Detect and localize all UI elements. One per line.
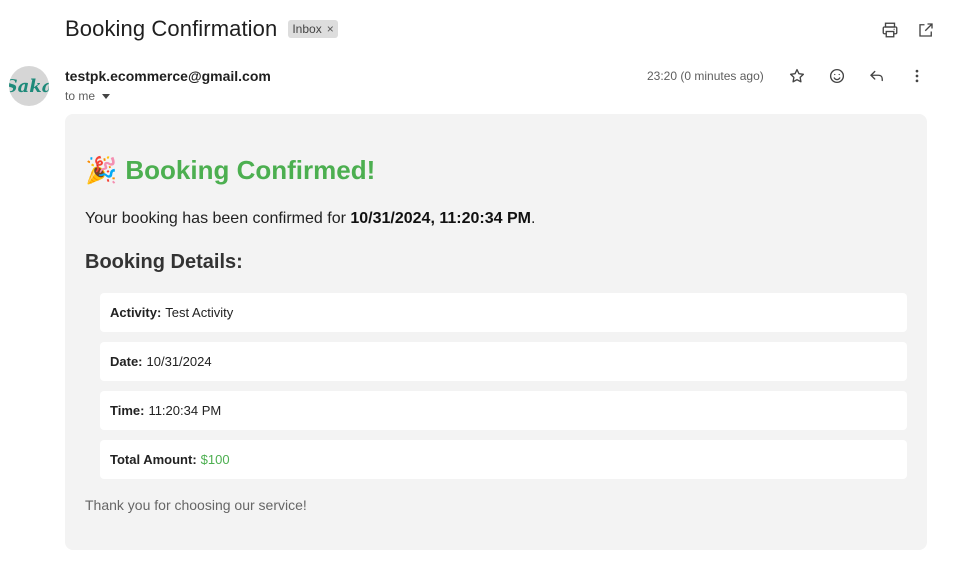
open-in-new-window-icon[interactable] [916, 20, 936, 40]
emoji-reaction-icon[interactable] [827, 66, 847, 86]
recipient-text: to me [65, 89, 96, 103]
sender-email[interactable]: testpk.ecommerce@gmail.com [65, 68, 271, 84]
detail-value-amount: $100 [200, 452, 230, 467]
confirmation-intro: Your booking has been confirmed for 10/3… [85, 210, 535, 228]
inbox-label-chip[interactable]: Inbox × [288, 20, 338, 38]
more-vert-icon[interactable] [907, 66, 927, 86]
detail-date: Date: 10/31/2024 [100, 342, 907, 381]
recipient-details-toggle[interactable]: to me [65, 89, 111, 103]
inbox-label-text: Inbox [292, 22, 322, 36]
chevron-down-icon [102, 93, 111, 99]
email-subject-row: Booking Confirmation Inbox × [65, 16, 338, 42]
party-popper-icon: 🎉 [85, 155, 118, 185]
message-timestamp: 23:20 (0 minutes ago) [647, 69, 764, 83]
detail-value: 10/31/2024 [146, 354, 212, 369]
intro-prefix: Your booking has been confirmed for [85, 210, 351, 227]
detail-activity: Activity: Test Activity [100, 293, 907, 332]
sender-avatar[interactable]: Saka [9, 66, 49, 106]
detail-label: Date: [110, 354, 143, 369]
detail-value: Test Activity [165, 305, 234, 320]
detail-label: Total Amount: [110, 452, 197, 467]
detail-label: Activity: [110, 305, 162, 320]
detail-label: Time: [110, 403, 145, 418]
detail-time: Time: 11:20:34 PM [100, 391, 907, 430]
confirmation-headline: 🎉 Booking Confirmed! [85, 154, 375, 186]
detail-total-amount: Total Amount: $100 [100, 440, 907, 479]
booking-details-heading: Booking Details: [85, 251, 243, 273]
headline-text: Booking Confirmed! [125, 154, 376, 185]
message-actions [787, 66, 927, 86]
booking-details-list: Activity: Test Activity Date: 10/31/2024… [100, 293, 907, 489]
thank-you-note: Thank you for choosing our service! [85, 497, 307, 513]
email-subject: Booking Confirmation [65, 16, 278, 41]
star-icon[interactable] [787, 66, 807, 86]
reply-icon[interactable] [867, 66, 887, 86]
detail-value: 11:20:34 PM [148, 403, 222, 418]
thread-actions [880, 20, 936, 40]
sender-avatar-logo: Saka [9, 75, 49, 97]
print-icon[interactable] [880, 20, 900, 40]
remove-label-icon[interactable]: × [327, 20, 334, 38]
booking-datetime: 10/31/2024, 11:20:34 PM [350, 210, 531, 227]
intro-suffix: . [530, 210, 536, 227]
email-body-card: 🎉 Booking Confirmed! Your booking has be… [65, 114, 927, 550]
